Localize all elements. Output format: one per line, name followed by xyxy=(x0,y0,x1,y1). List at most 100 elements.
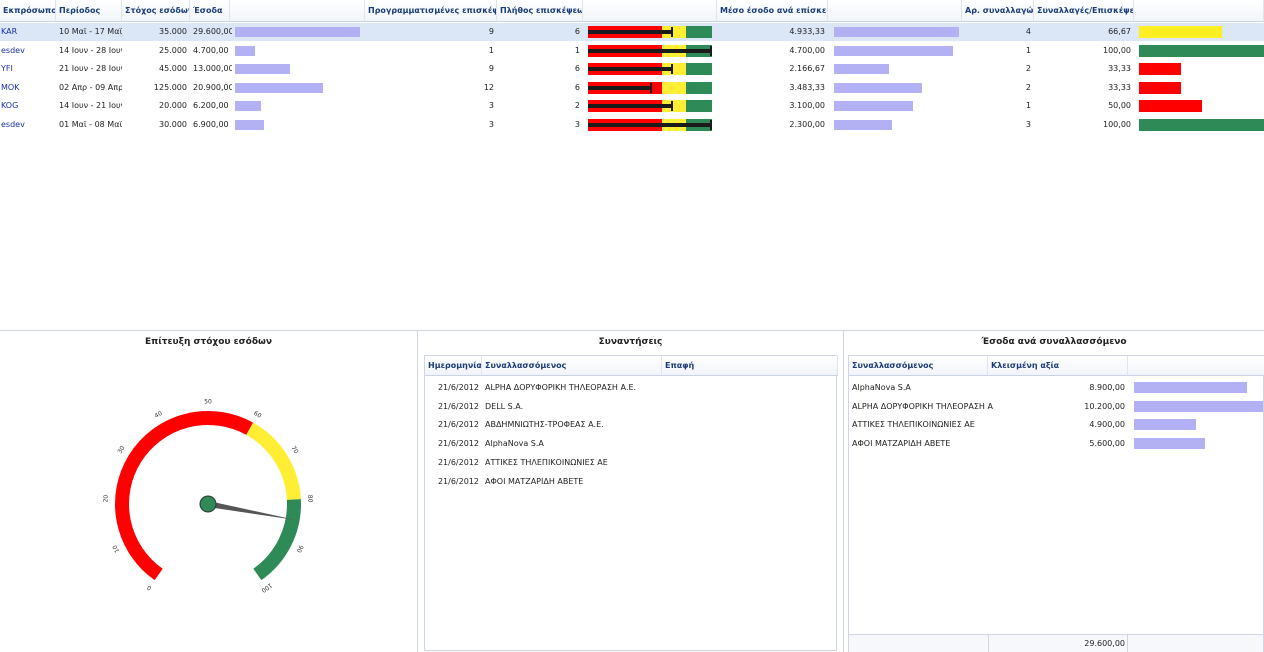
gauge-tick-label: 100 xyxy=(260,581,274,593)
meeting-party: AlphaNova S.A xyxy=(485,439,544,449)
header-avg-revenue[interactable]: Μέσο έσοδο ανά επίσκεψη xyxy=(717,0,828,22)
visits-marker xyxy=(709,119,712,130)
meetings-header-contact[interactable]: Επαφή xyxy=(662,356,838,376)
list-item[interactable]: ΑΤΤΙΚΕΣ ΤΗΛΕΠΙΚΟΙΝΩΝΙΕΣ ΑΕ 4.900,00 xyxy=(849,415,1263,434)
party-header-value[interactable]: Κλεισμένη αξία xyxy=(988,356,1128,376)
meeting-contact xyxy=(662,453,838,472)
gauge-yellow-range xyxy=(246,422,301,501)
rep-link[interactable]: MOK xyxy=(0,79,56,97)
meeting-date: 21/6/2012 xyxy=(437,476,479,486)
planned-visits-cell: 3 xyxy=(488,101,494,110)
list-item[interactable]: 21/6/2012 ΑΤΤΙΚΕΣ ΤΗΛΕΠΙΚΟΙΝΩΝΙΕΣ ΑΕ xyxy=(425,453,836,472)
planned-visits-cell: 12 xyxy=(483,82,494,92)
header-trans-visits[interactable]: Συναλλαγές/Επισκέψεις xyxy=(1034,0,1134,22)
list-item[interactable]: 21/6/2012 ΑΒΔΗΜΝΙΩΤΗΣ-ΤΡΟΦΕΑΣ Α.Ε. xyxy=(425,415,836,434)
transactions-cell: 1 xyxy=(1025,101,1031,110)
revenue-bar xyxy=(235,64,290,74)
meeting-party: ΑΤΤΙΚΕΣ ΤΗΛΕΠΙΚΟΙΝΩΝΙΕΣ ΑΕ xyxy=(485,457,608,467)
table-row[interactable]: YFI 21 Ιουν - 28 Ιουν 45.000 13.000,00 9 6 2.1… xyxy=(0,60,1264,78)
target-cell: 125.000 xyxy=(153,82,187,92)
visits-measure xyxy=(588,104,671,108)
header-ratio-bar[interactable] xyxy=(1134,0,1264,22)
gauge-tick-label: 80 xyxy=(306,495,313,503)
rep-link[interactable]: KOG xyxy=(0,97,56,115)
visits-cell: 1 xyxy=(574,45,580,55)
party-total-value: 29.600,00 xyxy=(1084,639,1125,648)
planned-visits-cell: 1 xyxy=(488,45,494,55)
visits-marker xyxy=(670,101,673,111)
table-row[interactable]: KAR 10 Μαϊ - 17 Μαϊ 35.000 29.600,00 9 6 4.933… xyxy=(0,23,1264,41)
gauge-red-range xyxy=(115,411,254,581)
party-header-name[interactable]: Συναλλασσόμενος xyxy=(849,356,988,376)
target-cell: 30.000 xyxy=(159,119,187,129)
table-row[interactable]: KOG 14 Ιουν - 21 Ιουν 20.000 6.200,00 3 2 3.10… xyxy=(0,97,1264,115)
ratio-bar xyxy=(1139,100,1202,112)
avg-revenue-cell: 4.933,33 xyxy=(789,27,825,36)
rep-link[interactable]: YFI xyxy=(0,60,56,78)
revenue-bar xyxy=(235,119,265,130)
header-revenue-bar[interactable] xyxy=(230,0,365,22)
meeting-date: 21/6/2012 xyxy=(437,383,479,392)
party-name: ALPHA ΔΟΡΥΦΟΡΙΚΗ ΤΗΛΕΟΡΑΣΗ Α xyxy=(852,401,993,411)
meeting-contact xyxy=(662,472,838,491)
meeting-date: 21/6/2012 xyxy=(437,420,479,430)
header-visits[interactable]: Πλήθος επισκέψεων xyxy=(497,0,583,22)
list-item[interactable]: 21/6/2012 DELL S.A. xyxy=(425,397,836,416)
gauge-tick-label: 70 xyxy=(290,445,300,455)
visits-bullet xyxy=(588,63,712,75)
table-row[interactable]: MOK 02 Απρ - 09 Απρ 125.000 20.900,00 12 6 3.4… xyxy=(0,79,1264,97)
header-rep[interactable]: Εκπρόσωπος xyxy=(0,0,56,22)
rep-link[interactable]: esdev xyxy=(0,42,56,60)
gauge-needle xyxy=(207,501,297,521)
rep-link[interactable]: esdev xyxy=(0,116,56,134)
party-name: ΑΦΟΙ ΜΑΤΖΑΡΙΔΗ ΑΒΕΤΕ xyxy=(852,439,951,449)
party-value-bar xyxy=(1134,438,1205,450)
transactions-cell: 1 xyxy=(1025,45,1031,55)
revenue-bar xyxy=(235,101,262,111)
transactions-cell: 2 xyxy=(1025,64,1031,73)
header-revenue[interactable]: Έσοδα xyxy=(190,0,230,22)
gauge-tick-label: 10 xyxy=(111,544,121,554)
avg-revenue-bar xyxy=(834,27,959,37)
list-item[interactable]: 21/6/2012 ΑΦΟΙ ΜΑΤΖΑΡΙΔΗ ΑΒΕΤΕ xyxy=(425,472,836,491)
meetings-header-party[interactable]: Συναλλασσόμενος xyxy=(482,356,662,376)
header-planned-visits[interactable]: Προγραμματισμένες επισκέψεις xyxy=(365,0,497,22)
meeting-date: 21/6/2012 xyxy=(437,401,479,411)
revenue-cell: 20.900,00 xyxy=(193,82,232,92)
header-visits-bullet[interactable] xyxy=(583,0,717,22)
ratio-bar xyxy=(1139,44,1264,57)
list-item[interactable]: 21/6/2012 AlphaNova S.A xyxy=(425,434,836,453)
header-avg-bar[interactable] xyxy=(828,0,962,22)
revenue-cell: 13.000,00 xyxy=(193,64,232,73)
list-item[interactable]: 21/6/2012 ALPHA ΔΟΡΥΦΟΡΙΚΗ ΤΗΛΕΟΡΑΣΗ Α.Ε. xyxy=(425,378,836,397)
meetings-table: Ημερομηνία Συναλλασσόμενος Επαφή 21/6/20… xyxy=(424,355,838,651)
table-row[interactable]: esdev 14 Ιουν - 28 Ιουν 25.000 4.700,00 1 1 4.… xyxy=(0,42,1264,60)
visits-measure xyxy=(588,122,712,127)
visits-cell: 6 xyxy=(574,64,580,73)
header-period[interactable]: Περίοδος xyxy=(56,0,122,22)
gauge-tick-label: 40 xyxy=(154,410,164,420)
header-target[interactable]: Στόχος εσόδων xyxy=(122,0,190,22)
visits-measure xyxy=(588,85,650,90)
list-item[interactable]: ALPHA ΔΟΡΥΦΟΡΙΚΗ ΤΗΛΕΟΡΑΣΗ Α 10.200,00 xyxy=(849,397,1263,416)
meeting-date: 21/6/2012 xyxy=(437,457,479,467)
visits-marker xyxy=(709,45,712,56)
period-cell: 10 Μαϊ - 17 Μαϊ xyxy=(59,27,122,36)
meetings-header-date[interactable]: Ημερομηνία xyxy=(425,356,482,376)
party-value: 4.900,00 xyxy=(1089,420,1125,430)
gauge-hub xyxy=(199,495,217,513)
visits-marker xyxy=(670,64,673,74)
rep-link[interactable]: KAR xyxy=(0,23,56,41)
revenue-by-party-panel: Έσοδα ανά συναλλασσόμενο Συναλλασσόμενος… xyxy=(844,331,1264,652)
revenue-cell: 29.600,00 xyxy=(193,27,232,36)
list-item[interactable]: ΑΦΟΙ ΜΑΤΖΑΡΙΔΗ ΑΒΕΤΕ 5.600,00 xyxy=(849,434,1263,453)
period-cell: 01 Μαϊ - 08 Μαϊ xyxy=(59,119,122,129)
target-cell: 45.000 xyxy=(159,64,187,73)
header-transactions[interactable]: Αρ. συναλλαγών xyxy=(962,0,1034,22)
party-header-bar[interactable] xyxy=(1128,356,1264,376)
transactions-cell: 4 xyxy=(1025,27,1031,36)
list-item[interactable]: AlphaNova S.A 8.900,00 xyxy=(849,378,1263,397)
trans-visits-cell: 33,33 xyxy=(1108,64,1131,73)
table-row[interactable]: esdev 01 Μαϊ - 08 Μαϊ 30.000 6.900,00 3 3 2.30… xyxy=(0,116,1264,134)
target-cell: 35.000 xyxy=(159,27,187,36)
